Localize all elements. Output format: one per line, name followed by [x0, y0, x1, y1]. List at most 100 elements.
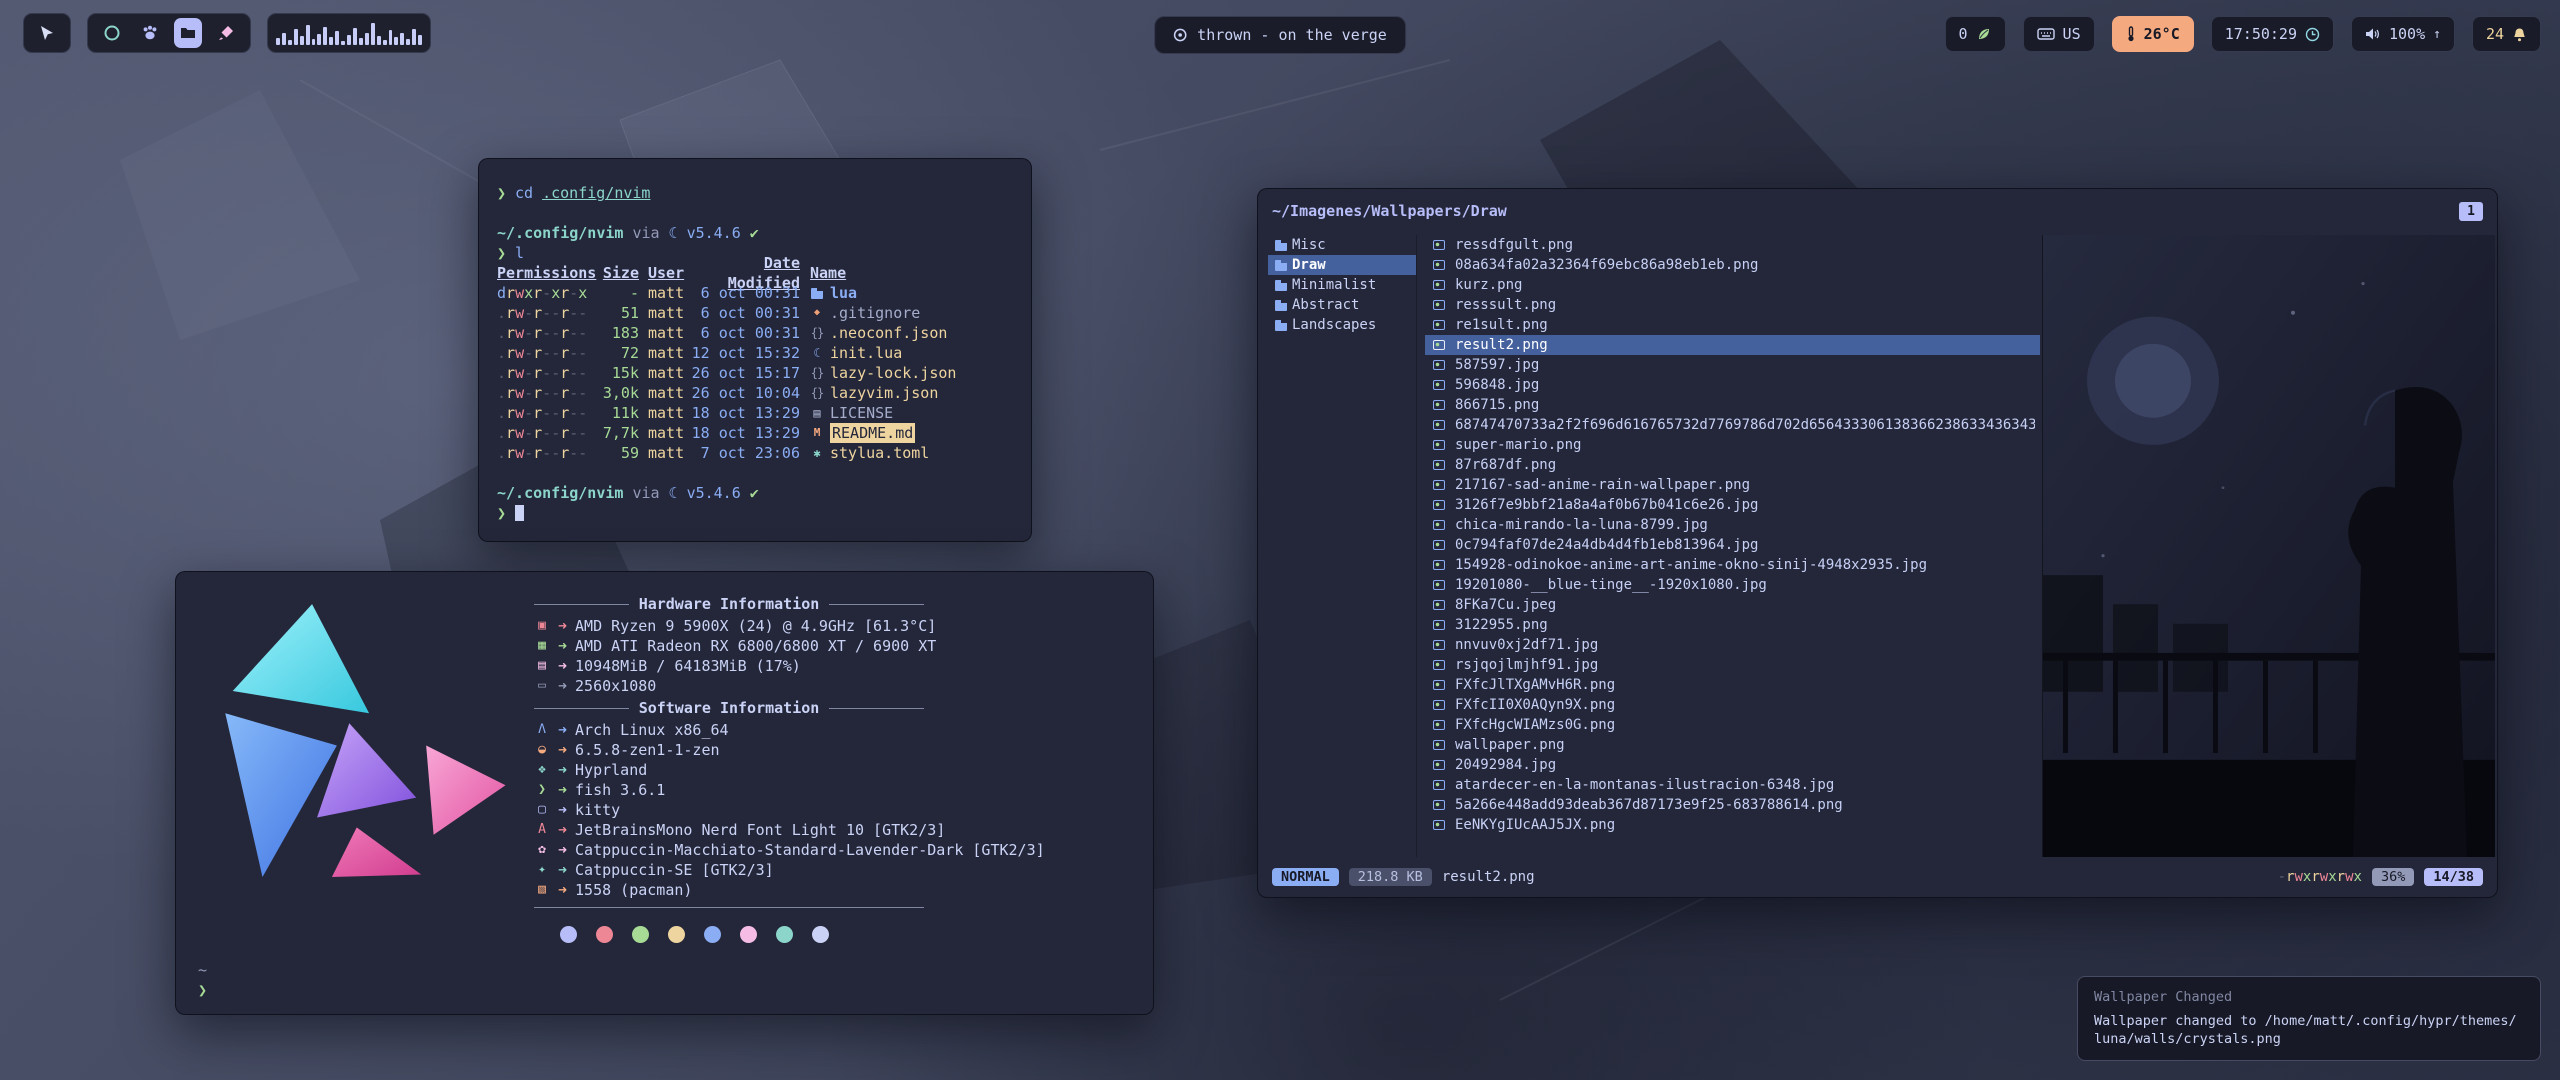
notifications-module[interactable]: 24: [2472, 16, 2541, 52]
file-name: wallpaper.png: [1455, 737, 1565, 753]
file-owner: matt: [648, 403, 686, 423]
file-row[interactable]: 154928-odinokoe-anime-art-anime-okno-sin…: [1425, 555, 2040, 575]
software-icon: ❖: [534, 760, 550, 780]
file-row[interactable]: 19201080-__blue-tinge__-1920x1080.jpg: [1425, 575, 2040, 595]
image-file-icon: [1430, 755, 1448, 775]
palette-dot: [776, 926, 793, 943]
file-row[interactable]: 20492984.jpg: [1425, 755, 2040, 775]
arrow-icon: ➜: [558, 720, 567, 740]
file-row[interactable]: resssult.png: [1425, 295, 2040, 315]
check-icon: ✔: [750, 483, 759, 503]
file-permissions: .rw-r--r--: [497, 423, 591, 443]
thermometer-icon: [2126, 26, 2136, 42]
music-widget[interactable]: thrown - on the verge: [1154, 16, 1406, 54]
volume-up-icon: ↑: [2433, 27, 2441, 42]
file-row[interactable]: kurz.png: [1425, 275, 2040, 295]
file-row[interactable]: 08a634fa02a32364f69ebc86a98eb1eb.png: [1425, 255, 2040, 275]
file-row[interactable]: chica-mirando-la-luna-8799.jpg: [1425, 515, 2040, 535]
updates-module[interactable]: 0: [1945, 16, 2006, 52]
file-row[interactable]: FXfcJlTXgAMvH6R.png: [1425, 675, 2040, 695]
file-row[interactable]: 866715.png: [1425, 395, 2040, 415]
arrow-icon: ➜: [558, 880, 567, 900]
image-file-icon: [1430, 715, 1448, 735]
folder-row[interactable]: Draw: [1268, 255, 1416, 275]
file-row[interactable]: ressdfgult.png: [1425, 235, 2040, 255]
file-name: lazy-lock.json: [830, 363, 956, 383]
software-value: Catppuccin-Macchiato-Standard-Lavender-D…: [575, 840, 1045, 860]
hardware-value: AMD Ryzen 9 5900X (24) @ 4.9GHz [61.3°C]: [575, 616, 936, 636]
fetch-info: Hardware Information ▣ ➜ AMD Ryzen 9 590…: [534, 590, 1131, 943]
file-row[interactable]: 87r687df.png: [1425, 455, 2040, 475]
file-permissions: .rw-r--r--: [497, 363, 591, 383]
file-row[interactable]: atardecer-en-la-montanas-ilustracion-634…: [1425, 775, 2040, 795]
folder-row[interactable]: Minimalist: [1268, 275, 1416, 295]
palette-dot: [704, 926, 721, 943]
file-row[interactable]: EeNKYgIUcAAJ5JX.png: [1425, 815, 2040, 835]
status-bar: NORMAL 218.8 KB result2.png -rwxrwxrwx 3…: [1258, 857, 2497, 889]
file-row[interactable]: re1sult.png: [1425, 315, 2040, 335]
paw-workspace-icon[interactable]: [136, 18, 165, 48]
arrow-icon: ➜: [558, 656, 567, 676]
fetch-terminal-window[interactable]: Hardware Information ▣ ➜ AMD Ryzen 9 590…: [175, 571, 1154, 1015]
arrow-icon: ➜: [558, 780, 567, 800]
file-row[interactable]: result2.png: [1425, 335, 2040, 355]
arrow-icon: ➜: [558, 800, 567, 820]
keyboard-layout: US: [2063, 25, 2081, 43]
file-manager-window[interactable]: ~/Imagenes/Wallpapers/Draw 1 Misc Draw M…: [1257, 188, 2498, 898]
visualizer-bar: [323, 27, 327, 45]
temperature-module[interactable]: 26°C: [2112, 16, 2194, 52]
notification-popup[interactable]: Wallpaper Changed Wallpaper changed to /…: [2077, 976, 2541, 1061]
file-row[interactable]: rsjqojlmjhf91.jpg: [1425, 655, 2040, 675]
terminal-window[interactable]: ❯cd.config/nvim ~/.config/nvimvia☾v5.4.6…: [478, 158, 1032, 542]
visualizer-bar: [394, 37, 398, 45]
file-size: 72: [597, 343, 639, 363]
command-l: l: [515, 243, 524, 263]
file-row[interactable]: super-mario.png: [1425, 435, 2040, 455]
file-row[interactable]: 5a266e448add93deab367d87173e9f25-6837886…: [1425, 795, 2040, 815]
file-row[interactable]: 68747470733a2f2f696d616765732d7769786d70…: [1425, 415, 2040, 435]
circle-workspace-icon[interactable]: [98, 18, 127, 48]
launcher-pointer-icon: [37, 23, 57, 43]
visualizer-bar: [418, 35, 422, 45]
file-row[interactable]: 587597.jpg: [1425, 355, 2040, 375]
file-type-icon: [808, 323, 826, 343]
file-date: 12 oct 15:32: [690, 343, 800, 363]
file-row[interactable]: FXfcHgcWIAMzs0G.png: [1425, 715, 2040, 735]
file-name: 587597.jpg: [1455, 357, 1539, 373]
folder-row[interactable]: Abstract: [1268, 295, 1416, 315]
hardware-value: 2560x1080: [575, 676, 656, 696]
software-line: ▧ ➜ 1558 (pacman): [534, 880, 1131, 900]
image-file-icon: [1430, 775, 1448, 795]
file-row[interactable]: 3122955.png: [1425, 615, 2040, 635]
music-title: thrown - on the verge: [1197, 26, 1387, 44]
file-row[interactable]: 0c794faf07de24a4db4d4fb1eb813964.jpg: [1425, 535, 2040, 555]
file-row[interactable]: 8FKa7Cu.jpeg: [1425, 595, 2040, 615]
arrow-icon: ➜: [558, 740, 567, 760]
folder-workspace-icon[interactable]: [174, 18, 203, 48]
file-name: 19201080-__blue-tinge__-1920x1080.jpg: [1455, 577, 1767, 593]
launcher-button[interactable]: [23, 13, 71, 53]
file-row[interactable]: 596848.jpg: [1425, 375, 2040, 395]
file-row[interactable]: nnvuv0xj2df71.jpg: [1425, 635, 2040, 655]
image-file-icon: [1430, 815, 1448, 835]
file-row[interactable]: wallpaper.png: [1425, 735, 2040, 755]
volume-module[interactable]: 100% ↑: [2351, 16, 2455, 52]
brush-workspace-icon[interactable]: [211, 18, 240, 48]
file-row[interactable]: 3126f7e9bbf21a8a4af0b67b041c6e26.jpg: [1425, 495, 2040, 515]
tab-badge[interactable]: 1: [2459, 202, 2483, 221]
ls-row: .rw-r--r-- 7,7k matt 18 oct 13:29 README…: [497, 423, 1013, 443]
file-row[interactable]: FXfcII0X0AQyn9X.png: [1425, 695, 2040, 715]
image-file-icon: [1430, 795, 1448, 815]
image-file-icon: [1430, 615, 1448, 635]
software-icon: ◒: [534, 740, 550, 760]
clock-value: 17:50:29: [2225, 25, 2297, 43]
folder-icon: [1272, 275, 1290, 295]
file-row[interactable]: 217167-sad-anime-rain-wallpaper.png: [1425, 475, 2040, 495]
hardware-line: ▭ ➜ 2560x1080: [534, 676, 1131, 696]
clock-module[interactable]: 17:50:29: [2211, 16, 2334, 52]
file-type-icon: [808, 303, 826, 323]
folder-row[interactable]: Misc: [1268, 235, 1416, 255]
keyboard-layout-module[interactable]: US: [2023, 16, 2095, 52]
folder-row[interactable]: Landscapes: [1268, 315, 1416, 335]
file-permissions: .rw-r--r--: [497, 323, 591, 343]
